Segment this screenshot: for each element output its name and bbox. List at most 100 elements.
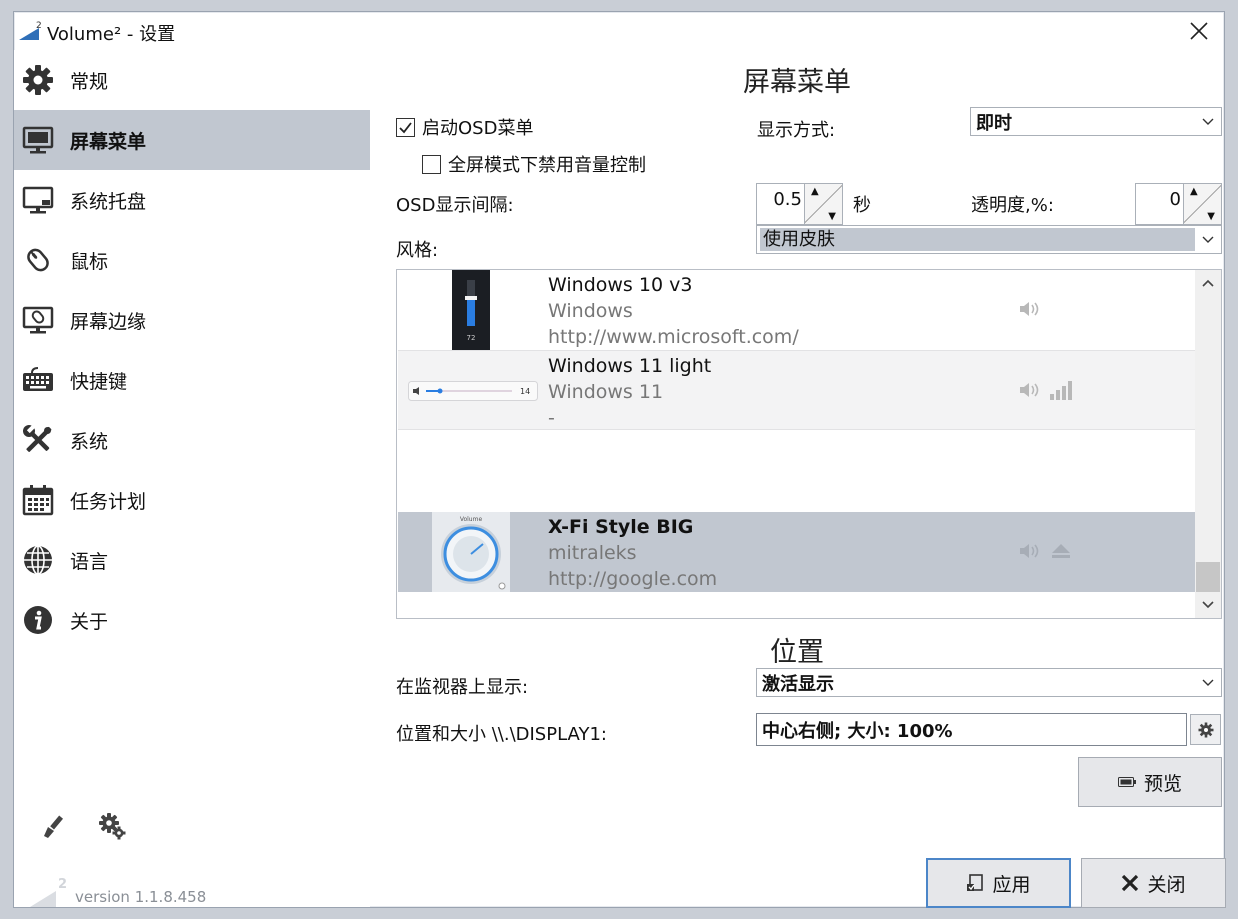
skin-name: Windows 10 v3 [548, 274, 693, 296]
chevron-down-icon [1195, 226, 1221, 253]
sidebar-item-scheduler[interactable]: 任务计划 [14, 470, 370, 530]
sidebar-item-mouse[interactable]: 鼠标 [14, 230, 370, 290]
settings-gear-icon[interactable] [98, 812, 126, 840]
stepper-arrows[interactable]: ▲ ▼ [1183, 184, 1221, 224]
close-icon [1121, 874, 1139, 892]
style-select[interactable]: 使用皮肤 [756, 225, 1222, 254]
osd-interval-label: OSD显示间隔: [396, 195, 514, 216]
position-size-label: 位置和大小 \\.\DISPLAY1: [396, 724, 607, 745]
preview-label: 预览 [1143, 772, 1182, 795]
svg-text:14: 14 [520, 387, 530, 396]
gear-icon [22, 64, 54, 96]
sidebar-item-about[interactable]: 关于 [14, 590, 370, 650]
monitor-select[interactable]: 激活显示 [756, 668, 1222, 697]
close-icon[interactable] [1188, 20, 1210, 42]
monitor-label: 在监视器上显示: [396, 677, 529, 698]
osd-settings-panel: 屏幕菜单 启动OSD菜单 全屏模式下禁用音量控制 显示方式: 即时 OSD显示间… [370, 50, 1226, 908]
style-value: 使用皮肤 [760, 228, 1195, 251]
sidebar-item-label: 任务计划 [70, 490, 147, 513]
sidebar-item-tray[interactable]: 系统托盘 [14, 170, 370, 230]
gear-icon [1198, 722, 1213, 737]
monitor-value: 激活显示 [762, 673, 834, 695]
sidebar-item-general[interactable]: 常规 [14, 50, 370, 110]
title-bar: 2 Volume² - 设置 [14, 12, 1224, 50]
sidebar-item-label: 常规 [70, 70, 109, 93]
checkbox-box [396, 117, 415, 137]
info-icon [22, 604, 54, 636]
sidebar-item-label: 系统 [70, 430, 109, 453]
eject-icon [1052, 544, 1070, 558]
skin-item-windows11-light[interactable]: 14 Windows 11 light Windows 11 - [398, 350, 1195, 430]
skin-author: mitraleks [548, 542, 637, 564]
tray-icon [22, 184, 54, 216]
sidebar-item-system[interactable]: 系统 [14, 410, 370, 470]
version-label: version 1.1.8.458 [75, 888, 207, 906]
level-bars-icon [1050, 381, 1072, 400]
close-label: 关闭 [1147, 873, 1186, 896]
monitor-icon [22, 124, 54, 156]
position-settings-button[interactable] [1190, 714, 1221, 745]
display-mode-select[interactable]: 即时 [970, 107, 1222, 136]
sidebar-item-label: 系统托盘 [70, 190, 147, 213]
speaker-icon [1020, 544, 1039, 558]
skin-url: http://google.com [548, 568, 718, 590]
svg-text:2: 2 [58, 877, 67, 892]
opacity-label: 透明度,%: [971, 195, 1054, 216]
preview-button[interactable]: 预览 [1078, 757, 1222, 807]
sidebar-item-label: 关于 [70, 610, 109, 633]
display-mode-label: 显示方式: [757, 120, 836, 141]
volume-logo-icon: 2 [19, 21, 42, 40]
scroll-down-button[interactable] [1195, 592, 1221, 618]
stepper-arrows[interactable]: ▲ ▼ [804, 184, 842, 224]
svg-text:Volume: Volume [460, 516, 483, 523]
skin-thumbnail-xfi: Volume [432, 512, 510, 592]
checkmark-icon [399, 121, 412, 133]
chevron-down-icon [1195, 108, 1221, 135]
enable-osd-checkbox[interactable]: 启动OSD菜单 [396, 114, 533, 140]
sidebar-item-osd[interactable]: 屏幕菜单 [14, 110, 370, 170]
sidebar-item-label: 快捷键 [70, 370, 128, 393]
checkbox-box [422, 154, 441, 174]
skin-name: Windows 11 light [548, 355, 712, 377]
apply-button[interactable]: 应用 [926, 858, 1071, 908]
sidebar-item-label: 屏幕边缘 [70, 310, 147, 333]
arrow-up-icon: ▲ [811, 186, 819, 197]
speaker-icon [1020, 302, 1039, 316]
chevron-down-icon [1195, 669, 1221, 696]
style-label: 风格: [396, 240, 439, 261]
skin-thumbnail-windows10: 72 [452, 270, 490, 350]
position-size-field[interactable]: 中心右侧; 大小: 100% [756, 713, 1187, 746]
window-title: Volume² - 设置 [47, 24, 176, 45]
skin-item-xfi-style-big[interactable]: Volume X-Fi Style BIG mitraleks http://g… [398, 512, 1195, 592]
apply-label: 应用 [992, 873, 1031, 896]
skin-list[interactable]: 72 Windows 10 v3 Windows http://www.micr… [396, 269, 1222, 619]
scroll-thumb[interactable] [1196, 562, 1220, 592]
chevron-up-icon [1202, 279, 1214, 287]
keyboard-icon [22, 364, 54, 396]
sidebar-item-hotkeys[interactable]: 快捷键 [14, 350, 370, 410]
opacity-stepper[interactable]: 0 ▲ ▼ [1135, 183, 1222, 225]
disable-fullscreen-checkbox[interactable]: 全屏模式下禁用音量控制 [422, 151, 646, 177]
skin-list-scrollbar[interactable] [1195, 270, 1221, 618]
disable-fullscreen-label: 全屏模式下禁用音量控制 [448, 155, 646, 176]
brush-icon[interactable] [39, 812, 67, 840]
sidebar-item-label: 屏幕菜单 [70, 130, 147, 153]
skin-author: Windows 11 [548, 381, 664, 403]
mouse-icon [22, 244, 54, 276]
sidebar-item-screen-edge[interactable]: 屏幕边缘 [14, 290, 370, 350]
section-title-position: 位置 [770, 637, 824, 668]
close-button[interactable]: 关闭 [1081, 858, 1226, 908]
sidebar: 常规 屏幕菜单 系统托盘 鼠标 屏幕边缘 快捷键 系统 任务计划 语言 关于 2… [14, 50, 370, 907]
scroll-up-button[interactable] [1195, 270, 1221, 296]
settings-window: 2 Volume² - 设置 常规 屏幕菜单 系统托盘 鼠标 屏幕边缘 快捷键 … [13, 11, 1226, 908]
globe-icon [22, 544, 54, 576]
display-mode-value: 即时 [976, 112, 1012, 134]
skin-name: X-Fi Style BIG [548, 516, 694, 538]
skin-item-windows10[interactable]: 72 Windows 10 v3 Windows http://www.micr… [398, 270, 1195, 350]
chevron-down-icon [1202, 601, 1214, 609]
arrow-down-icon: ▼ [828, 211, 836, 222]
volume-logo-icon: 2 [30, 877, 67, 907]
sidebar-item-language[interactable]: 语言 [14, 530, 370, 590]
osd-interval-stepper[interactable]: 0.5 ▲ ▼ [756, 183, 843, 225]
arrow-down-icon: ▼ [1207, 211, 1215, 222]
